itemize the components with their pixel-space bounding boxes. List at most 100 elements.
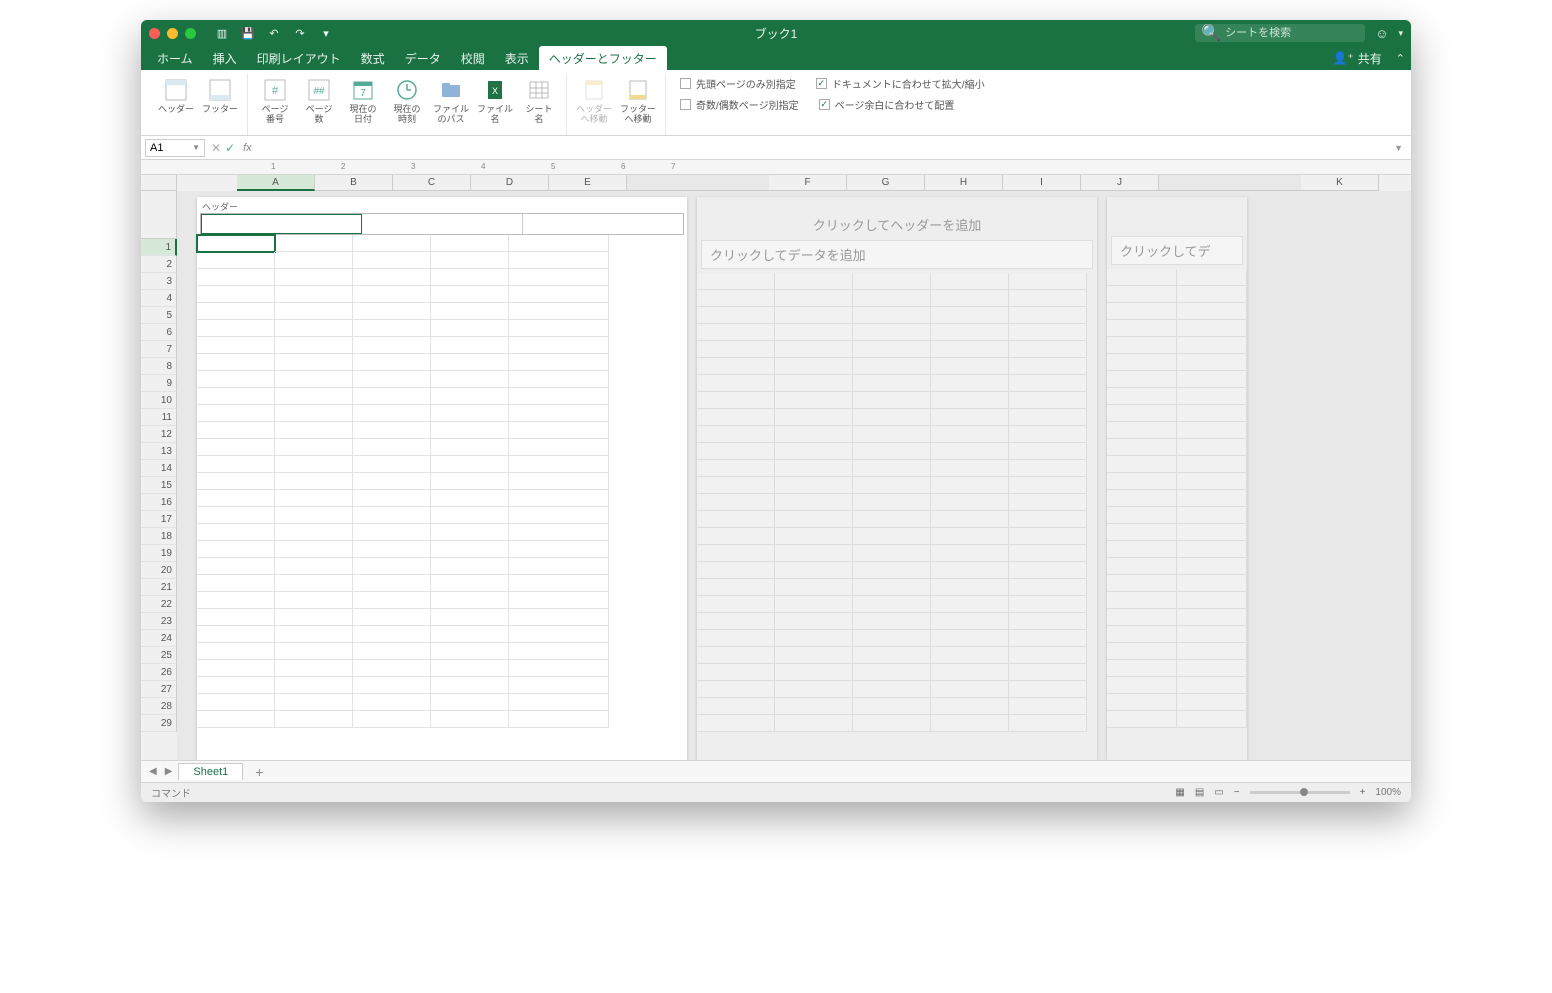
cell[interactable] [1177, 405, 1247, 422]
cell[interactable] [1177, 422, 1247, 439]
cell[interactable] [1177, 575, 1247, 592]
cell[interactable] [853, 630, 931, 647]
cell[interactable] [931, 358, 1009, 375]
cell[interactable] [775, 613, 853, 630]
cell[interactable] [697, 443, 775, 460]
cell[interactable] [1107, 626, 1177, 643]
cell[interactable] [509, 626, 609, 643]
cell[interactable] [197, 388, 275, 405]
cell[interactable] [697, 664, 775, 681]
footer-button[interactable]: フッター [199, 74, 241, 117]
tab-home[interactable]: ホーム [147, 46, 203, 70]
cell[interactable] [1177, 711, 1247, 728]
cell[interactable] [775, 681, 853, 698]
cell[interactable] [431, 507, 509, 524]
col-header-i[interactable]: I [1003, 175, 1081, 191]
cell[interactable] [431, 592, 509, 609]
cell[interactable] [509, 405, 609, 422]
cell[interactable] [275, 592, 353, 609]
col-header-h[interactable]: H [925, 175, 1003, 191]
cell[interactable] [1107, 592, 1177, 609]
cell[interactable] [509, 609, 609, 626]
formula-input[interactable] [258, 139, 1384, 157]
cell[interactable] [431, 371, 509, 388]
cell[interactable] [1107, 643, 1177, 660]
cell[interactable] [1009, 341, 1087, 358]
cell[interactable] [853, 409, 931, 426]
cell[interactable] [353, 643, 431, 660]
cell[interactable] [509, 575, 609, 592]
fx-icon[interactable]: fx [243, 142, 252, 154]
cell[interactable] [931, 307, 1009, 324]
cell[interactable] [931, 290, 1009, 307]
cell[interactable] [775, 647, 853, 664]
cell[interactable] [1009, 664, 1087, 681]
cell[interactable] [931, 324, 1009, 341]
row-header-16[interactable]: 16 [141, 494, 177, 511]
cell[interactable] [197, 643, 275, 660]
cell[interactable] [275, 626, 353, 643]
cell[interactable] [1107, 490, 1177, 507]
row-header-2[interactable]: 2 [141, 256, 177, 273]
cell[interactable] [697, 392, 775, 409]
placeholder-add-data-cut[interactable]: クリックしてデ [1111, 236, 1243, 265]
cell[interactable] [697, 681, 775, 698]
expand-formula-bar-icon[interactable]: ▼ [1390, 143, 1407, 153]
cell[interactable] [509, 439, 609, 456]
row-header-4[interactable]: 4 [141, 290, 177, 307]
cell[interactable] [431, 388, 509, 405]
cell[interactable] [353, 235, 431, 252]
cell[interactable] [197, 524, 275, 541]
cell[interactable] [1107, 422, 1177, 439]
cell[interactable] [197, 456, 275, 473]
cell[interactable] [353, 558, 431, 575]
cell[interactable] [697, 358, 775, 375]
zoom-out-button[interactable]: − [1234, 787, 1240, 798]
cell[interactable] [431, 473, 509, 490]
cell[interactable] [197, 677, 275, 694]
cell[interactable] [853, 375, 931, 392]
autosave-icon[interactable]: ▥ [214, 25, 230, 41]
cell[interactable] [775, 715, 853, 732]
zoom-level[interactable]: 100% [1375, 787, 1401, 798]
cell[interactable] [275, 677, 353, 694]
sheet-tab-sheet1[interactable]: Sheet1 [178, 763, 243, 780]
cell[interactable] [431, 490, 509, 507]
cell[interactable] [431, 405, 509, 422]
cell[interactable] [509, 354, 609, 371]
cell[interactable] [275, 439, 353, 456]
cell[interactable] [353, 473, 431, 490]
cell[interactable] [431, 235, 509, 252]
cell[interactable] [1177, 388, 1247, 405]
cell[interactable] [853, 358, 931, 375]
cell[interactable] [1009, 528, 1087, 545]
check-scale-with-doc[interactable]: ✓ドキュメントに合わせて拡大/縮小 [816, 76, 985, 91]
cell[interactable] [931, 409, 1009, 426]
select-all-corner[interactable] [141, 175, 177, 191]
cell[interactable] [353, 286, 431, 303]
header-button[interactable]: ヘッダー [155, 74, 197, 117]
page-2[interactable]: クリックしてヘッダーを追加 クリックしてデータを追加 [697, 197, 1097, 760]
cell[interactable] [931, 715, 1009, 732]
cell[interactable] [775, 562, 853, 579]
cell[interactable] [275, 422, 353, 439]
placeholder-add-header[interactable]: クリックしてヘッダーを追加 [697, 197, 1097, 240]
cell[interactable] [431, 422, 509, 439]
window-minimize-button[interactable] [167, 28, 178, 39]
cell[interactable] [1177, 558, 1247, 575]
cell[interactable] [275, 609, 353, 626]
cell[interactable] [1107, 507, 1177, 524]
cell[interactable] [853, 681, 931, 698]
tab-insert[interactable]: 挿入 [203, 46, 247, 70]
cell[interactable] [853, 698, 931, 715]
row-header-29[interactable]: 29 [141, 715, 177, 732]
cell[interactable] [197, 660, 275, 677]
page-3[interactable]: . クリックしてデ [1107, 197, 1247, 760]
cell[interactable] [353, 405, 431, 422]
cell[interactable] [197, 490, 275, 507]
cell[interactable] [353, 320, 431, 337]
cell[interactable] [1177, 337, 1247, 354]
cell[interactable] [431, 575, 509, 592]
cell[interactable] [509, 388, 609, 405]
cell[interactable] [1107, 320, 1177, 337]
